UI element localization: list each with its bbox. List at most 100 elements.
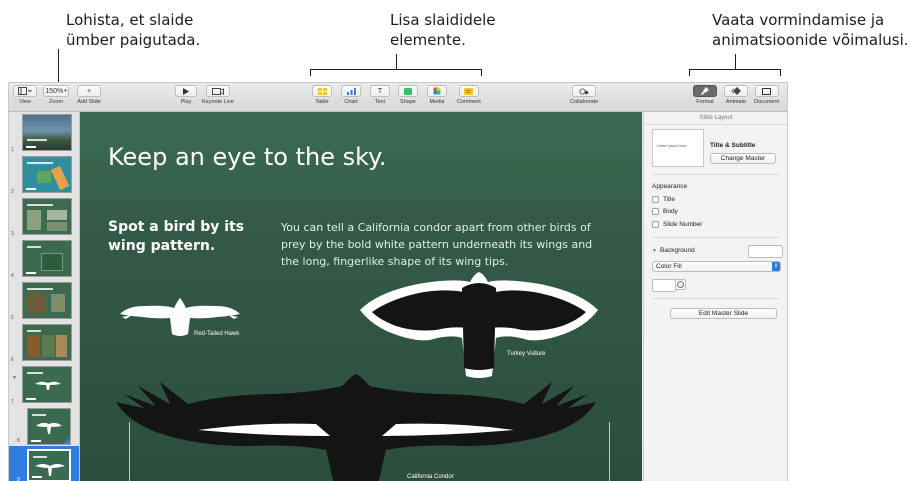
guide-line [129,422,130,481]
callout-format-line1: Vaata vormindamise ja [712,11,885,29]
slide-thumbnail[interactable] [22,156,72,193]
slide-number: 5 [11,315,14,321]
slide-thumbnail-selected[interactable] [27,449,71,481]
slide-body-text[interactable]: You can tell a California condor apart f… [281,219,601,270]
keynote-live-label: Keynote Live [202,99,234,105]
slide-thumbnail[interactable] [22,324,72,361]
text-glyph: T [377,87,383,95]
slide-thumbnail[interactable] [22,240,72,277]
zoom-menu[interactable]: 150% ▾ Zoom [43,85,69,105]
slide-thumbnail[interactable] [27,408,71,445]
title-checkbox-label: Title [663,196,676,203]
slide-number: 8 [17,438,20,444]
chevron-down-icon: ▾ [64,88,67,94]
plus-icon: + [77,85,101,97]
keynote-live-button[interactable]: Keynote Live [202,85,234,105]
hawk-label: Red-Tailed Hawk [194,331,240,337]
collaborate-button[interactable]: Collaborate [570,85,598,105]
view-label: View [19,99,31,105]
comment-button[interactable]: Comment [457,85,481,105]
slide-number-selected: 9 [17,477,20,481]
background-heading: Background [660,247,695,254]
play-button[interactable]: Play [175,85,197,105]
slide-thumbnail[interactable] [22,114,72,151]
slide-thumbnail[interactable] [22,198,72,235]
condor-label: California Condor [407,474,454,480]
callout-format-tick-left [689,69,690,76]
layout-preview[interactable]: Lorem Ipsum Dolor [652,129,704,167]
text-button[interactable]: T Text [370,85,390,105]
guide-line [609,422,610,481]
callout-add-elements-bracket [310,69,482,70]
paintbrush-icon [693,85,717,97]
keynote-live-icon [205,85,230,97]
title-checkbox[interactable] [652,196,659,203]
slide-number: 3 [11,231,14,237]
callout-format-tick-right [780,69,781,76]
view-button[interactable]: View [13,85,37,105]
appearance-heading: Appearance [652,183,688,190]
zoom-value: 150% [45,87,64,95]
slide-navigator[interactable]: 1 2 3 4 5 6 ▼ 7 8 9 [9,112,80,481]
fill-color-well[interactable] [652,279,676,292]
sidebar-view-icon [13,85,37,97]
chart-button[interactable]: Chart [341,85,361,105]
format-button[interactable]: Format [693,85,717,105]
slide-number-checkbox[interactable] [652,221,659,228]
slide-canvas[interactable]: Keep an eye to the sky. Spot a bird by i… [80,112,642,481]
select-chevron-icon: ⇕ [772,262,780,271]
bird-silhouette-icon [36,422,62,434]
table-label: Table [315,99,329,105]
collaborate-icon [572,85,597,97]
table-icon [312,85,332,97]
callout-format-bracket [689,69,781,70]
slide-number: 1 [11,147,14,153]
add-slide-button[interactable]: + Add Slide [77,85,101,105]
layout-name: Title & Subtitle [710,142,756,149]
slide-thumbnail[interactable] [22,282,72,319]
shape-button[interactable]: Shape [398,85,418,105]
comment-label: Comment [457,99,481,105]
disclosure-triangle-icon[interactable]: ▼ [652,248,657,254]
text-label: Text [374,99,386,105]
add-slide-label: Add Slide [77,99,101,105]
collaborate-label: Collaborate [570,99,599,105]
slide-thumbnail[interactable] [22,366,72,403]
shape-label: Shape [400,99,416,105]
media-button[interactable]: Media [427,85,447,105]
change-master-button[interactable]: Change Master [710,153,776,164]
fill-type-value: Color Fill [656,263,682,270]
slide-number: 6 [11,357,14,363]
slide-subtitle[interactable]: Spot a bird by its wing pattern. [108,218,258,256]
document-icon [754,85,779,97]
format-label: Format [696,99,714,105]
chart-label: Chart [344,99,358,105]
play-icon [175,85,197,97]
california-condor-silhouette[interactable] [116,372,596,481]
table-button[interactable]: Table [312,85,332,105]
animate-icon [724,85,748,97]
play-label: Play [180,99,192,105]
slide-title[interactable]: Keep an eye to the sky. [108,143,387,171]
document-button[interactable]: Document [754,85,779,105]
callout-add-elements-line1: Lisa slaididele [390,11,496,29]
disclosure-triangle-icon[interactable]: ▼ [12,375,17,381]
slide-number-checkbox-label: Slide Number [663,221,703,228]
document-label: Document [754,99,780,105]
slide-number: 7 [11,399,14,405]
animate-button[interactable]: Animate [724,85,748,105]
media-label: Media [429,99,445,105]
slide-number: 4 [11,273,14,279]
callout-add-elements-line2: elemente. [390,31,466,49]
inspector-header: Slide Layout [644,112,787,125]
media-icon [427,85,447,97]
body-checkbox[interactable] [652,208,659,215]
background-color-well[interactable] [748,245,783,258]
slide-number: 2 [11,189,14,195]
keynote-window: View 150% ▾ Zoom + Add Slide Play Keynote… [8,82,788,481]
color-wheel-icon[interactable] [675,279,686,290]
fill-type-select[interactable]: Color Fill ⇕ [652,261,781,272]
turkey-vulture-silhouette[interactable] [358,268,600,380]
edit-master-slide-button[interactable]: Edit Master Slide [670,308,777,319]
body-checkbox-label: Body [663,208,678,215]
